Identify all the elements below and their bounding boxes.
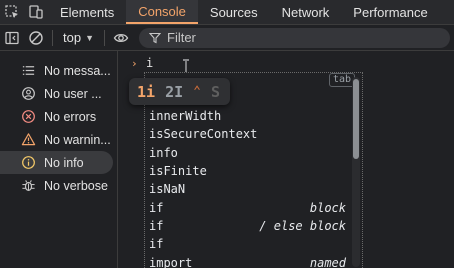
keystroke-2: 2I	[165, 82, 184, 101]
keystroke-3: ⌃	[193, 84, 201, 99]
info-icon	[20, 155, 36, 171]
console-input[interactable]: i	[146, 56, 153, 70]
suggestion-label: innerWidth	[149, 109, 222, 124]
sidebar-item-label: No errors	[44, 109, 97, 124]
console-toolbar: top ▼ Filter	[0, 25, 454, 51]
sidebar-item-user-messages[interactable]: No user ...	[0, 82, 117, 105]
warning-icon	[20, 132, 36, 148]
sidebar-item-label: No info	[44, 155, 84, 170]
bug-icon	[20, 178, 36, 194]
suggestion-label: info	[149, 145, 178, 160]
console-panel: › i tab innerWidth isSecureContext info isF…	[119, 51, 454, 268]
chevron-down-icon: ▼	[85, 32, 94, 43]
toolbar-divider	[52, 29, 53, 46]
filter-funnel-icon	[149, 32, 161, 43]
list-icon	[20, 63, 36, 79]
autocomplete-item[interactable]: if block	[145, 198, 350, 216]
tab-elements[interactable]: Elements	[48, 0, 126, 24]
sidebar-item-label: No user ...	[44, 86, 102, 101]
context-selector[interactable]: top ▼	[57, 30, 100, 45]
suggestion-hint: block	[309, 200, 346, 215]
autocomplete-item[interactable]: if	[145, 235, 350, 253]
keystroke-1: 1i	[137, 82, 156, 101]
suggestion-label: if	[149, 237, 164, 252]
keystroke-4: S	[210, 82, 220, 101]
keystroke-badge: 1i 2I ⌃ S	[129, 78, 230, 105]
autocomplete-item[interactable]: isSecureContext	[145, 125, 350, 143]
sidebar-item-messages[interactable]: No messa...	[0, 59, 117, 82]
scrollbar-thumb[interactable]	[353, 79, 359, 159]
clear-console-icon[interactable]	[24, 26, 48, 50]
user-icon	[20, 86, 36, 102]
suggestion-label: import	[149, 255, 193, 268]
autocomplete-item[interactable]: isNaN	[145, 180, 350, 198]
device-toolbar-icon[interactable]	[24, 0, 48, 24]
sidebar-item-errors[interactable]: No errors	[0, 105, 117, 128]
live-expression-eye-icon[interactable]	[109, 26, 133, 50]
sidebar-item-info[interactable]: No info	[0, 151, 113, 174]
autocomplete-item[interactable]: innerWidth	[145, 107, 350, 125]
suggestion-label: if	[149, 218, 164, 233]
filter-placeholder: Filter	[167, 30, 196, 45]
filter-input[interactable]: Filter	[139, 27, 450, 48]
suggestion-label: if	[149, 200, 164, 215]
error-icon	[20, 109, 36, 125]
suggestion-label: isSecureContext	[149, 127, 258, 142]
prompt-chevron-icon: ›	[131, 57, 138, 70]
tab-network[interactable]: Network	[270, 0, 342, 24]
suggestion-label: isFinite	[149, 164, 207, 179]
toolbar-divider	[104, 29, 105, 46]
autocomplete-item[interactable]: import named	[145, 253, 350, 268]
autocomplete-item[interactable]: if / else block	[145, 217, 350, 235]
suggestion-hint: named	[309, 255, 346, 268]
context-label: top	[63, 30, 82, 45]
suggestion-hint: / else block	[259, 218, 346, 233]
suggestion-label: isNaN	[149, 182, 186, 197]
sidebar-item-label: No verbose	[44, 178, 108, 193]
tab-performance[interactable]: Performance	[341, 0, 439, 24]
sidebar-item-verbose[interactable]: No verbose	[0, 174, 117, 197]
inspect-element-icon[interactable]	[0, 0, 24, 24]
devtools-tabbar: Elements Console Sources Network Perform…	[0, 0, 454, 25]
autocomplete-item[interactable]: isFinite	[145, 162, 350, 180]
sidebar-item-warnings[interactable]: No warnin...	[0, 128, 117, 151]
console-sidebar: No messa... No user ... No errors No war…	[0, 51, 118, 268]
sidebar-toggle-icon[interactable]	[0, 26, 24, 50]
tab-sources[interactable]: Sources	[198, 0, 270, 24]
autocomplete-item[interactable]: info	[145, 144, 350, 162]
sidebar-item-label: No messa...	[44, 63, 111, 78]
sidebar-item-label: No warnin...	[44, 132, 111, 147]
tab-console[interactable]: Console	[126, 0, 198, 24]
